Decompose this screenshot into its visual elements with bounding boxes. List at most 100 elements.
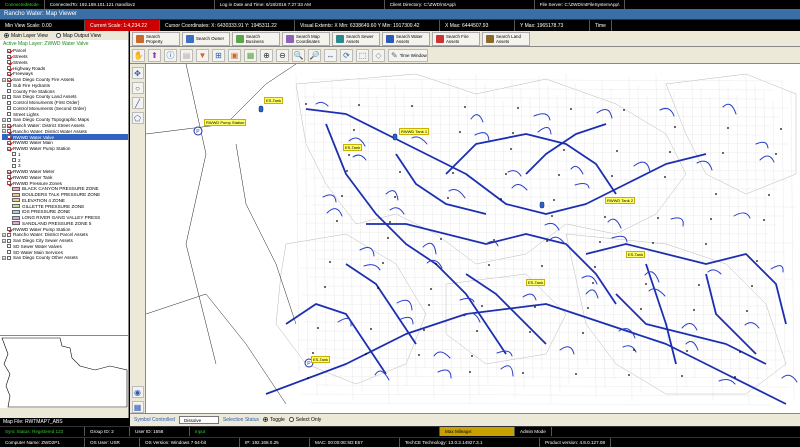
- search-button[interactable]: Search Business: [232, 31, 280, 46]
- layer-checkbox[interactable]: [7, 255, 11, 260]
- valve-point: [553, 199, 555, 201]
- layer-checkbox[interactable]: [7, 238, 11, 243]
- zoom-extent-button[interactable]: 🔎: [308, 48, 321, 62]
- globe-button[interactable]: ◉: [131, 386, 144, 398]
- expand-icon[interactable]: +: [2, 77, 6, 82]
- search-button[interactable]: Search Fire Assets: [432, 31, 480, 46]
- water-service: [755, 141, 769, 149]
- layer-checkbox[interactable]: [7, 117, 11, 122]
- map-output-view-option[interactable]: Map Output View: [55, 32, 101, 39]
- water-service: [396, 299, 413, 311]
- refresh-button[interactable]: ⟳: [340, 48, 353, 62]
- layer-checkbox[interactable]: [7, 106, 11, 111]
- layer-checkbox[interactable]: [7, 175, 11, 180]
- search-button-label: Search Owner: [196, 36, 225, 41]
- expand-icon[interactable]: +: [2, 129, 6, 134]
- save-tool-button[interactable]: ▦: [244, 48, 257, 62]
- layer-checkbox[interactable]: [7, 100, 11, 105]
- search-button[interactable]: Search Sewer Assets: [332, 31, 380, 46]
- overview-map[interactable]: [0, 335, 128, 408]
- layer-checkbox[interactable]: [7, 94, 11, 99]
- layer-label: Control Monuments (Second Order): [13, 105, 87, 111]
- main-layer-view-radio[interactable]: [4, 32, 9, 38]
- main-layer-view-option[interactable]: Main Layer View: [4, 33, 48, 39]
- layer-checkbox[interactable]: [7, 181, 11, 186]
- layer-checkbox[interactable]: [7, 244, 11, 249]
- layer-tree[interactable]: Parcel Streets Streets Highway Roads Freeway…: [0, 47, 128, 335]
- toggle-radio[interactable]: [263, 417, 268, 423]
- layer-checkbox[interactable]: [7, 232, 11, 237]
- measure-button[interactable]: ↔: [324, 48, 337, 62]
- map-canvas[interactable]: PP ES-Tank RWWD Pump Station RWWD Tank 1 ES…: [146, 64, 800, 413]
- pan-tool-button[interactable]: ✋: [132, 48, 145, 62]
- layer-checkbox[interactable]: [7, 146, 11, 151]
- layer-checkbox[interactable]: [7, 227, 11, 232]
- layer-checkbox[interactable]: [7, 77, 11, 82]
- query-tool-button[interactable]: ⊞: [212, 48, 225, 62]
- expand-icon[interactable]: +: [2, 117, 6, 122]
- side-tool-strip: ✥ ○ ╱ ⬠ ◉ ▦: [130, 64, 146, 413]
- time-window-button[interactable]: ✎ Time Window: [388, 48, 428, 62]
- expand-icon[interactable]: +: [2, 94, 6, 99]
- legend-swatch: [12, 192, 20, 197]
- layer-checkbox[interactable]: [12, 163, 16, 168]
- circle-icon: ○: [135, 83, 140, 93]
- layer-checkbox[interactable]: [12, 158, 16, 163]
- expand-icon[interactable]: +: [2, 238, 6, 243]
- layer-checkbox[interactable]: [7, 71, 11, 76]
- expand-icon[interactable]: +: [2, 123, 6, 128]
- valve-point: [616, 150, 618, 152]
- layer-checkbox[interactable]: [7, 60, 11, 65]
- search-button[interactable]: Search Water Assets: [382, 31, 430, 46]
- map-output-view-radio[interactable]: [55, 32, 61, 38]
- zoom-box-button[interactable]: 🔍: [292, 48, 305, 62]
- layer-checkbox[interactable]: [7, 83, 11, 88]
- cursor-coordinates: Cursor Coordinates: X: 6430333.91 Y: 194…: [160, 20, 295, 31]
- print-tool-button[interactable]: ▣: [228, 48, 241, 62]
- layer-label: RWWD Water Valve: [13, 134, 55, 140]
- clear-tool-button[interactable]: ◇: [372, 48, 385, 62]
- filter-tool-button[interactable]: ▼: [196, 48, 209, 62]
- tool-select[interactable]: Dissolve: [178, 416, 219, 424]
- layer-tool-button[interactable]: ▤: [180, 48, 193, 62]
- zoom-in-button[interactable]: ⊕: [260, 48, 273, 62]
- layer-item[interactable]: + San Diego County Other Assets: [2, 255, 128, 261]
- layer-checkbox[interactable]: [7, 135, 11, 140]
- toggle-option[interactable]: Toggle: [263, 417, 285, 423]
- tool-select-value: Dissolve: [183, 417, 202, 423]
- valve-point: [734, 376, 736, 378]
- search-button[interactable]: Search Property: [132, 31, 180, 46]
- polygon-tool-button[interactable]: ⬠: [131, 112, 144, 124]
- search-button[interactable]: Search Land Assets: [482, 31, 530, 46]
- select-only-radio[interactable]: [288, 417, 294, 423]
- layer-checkbox[interactable]: [7, 169, 11, 174]
- layer-checkbox[interactable]: [7, 250, 11, 255]
- layer-checkbox[interactable]: [7, 54, 11, 59]
- water-main: [345, 263, 417, 345]
- select-tool-button[interactable]: ⬚: [356, 48, 369, 62]
- search-button[interactable]: Search Map Coordinates: [282, 31, 330, 46]
- layer-checkbox[interactable]: [7, 129, 11, 134]
- layer-checkbox[interactable]: [12, 152, 16, 157]
- select-only-option[interactable]: Select Only: [288, 417, 321, 423]
- legend-button[interactable]: ▦: [131, 401, 144, 413]
- up-tool-button[interactable]: ⬆: [148, 48, 161, 62]
- info-tool-button[interactable]: ⓘ: [164, 48, 177, 62]
- zoom-out-button[interactable]: ⊖: [276, 48, 289, 62]
- search-button[interactable]: Search Owner: [182, 31, 230, 46]
- line-tool-button[interactable]: ╱: [131, 97, 144, 109]
- layer-checkbox[interactable]: [7, 112, 11, 117]
- layer-checkbox[interactable]: [7, 66, 11, 71]
- parcel-line: [403, 91, 408, 387]
- circle-select-button[interactable]: ○: [131, 82, 144, 94]
- expand-icon[interactable]: +: [2, 232, 6, 237]
- map-label: ES-Tank: [626, 251, 646, 258]
- layer-checkbox[interactable]: [7, 48, 11, 53]
- water-service: [507, 170, 522, 177]
- expand-icon[interactable]: +: [2, 255, 6, 260]
- search-button-label: Search Sewer Assets: [346, 33, 374, 44]
- layer-checkbox[interactable]: [7, 140, 11, 145]
- layer-checkbox[interactable]: [7, 123, 11, 128]
- pan-icon-button[interactable]: ✥: [131, 67, 144, 79]
- layer-checkbox[interactable]: [7, 89, 11, 94]
